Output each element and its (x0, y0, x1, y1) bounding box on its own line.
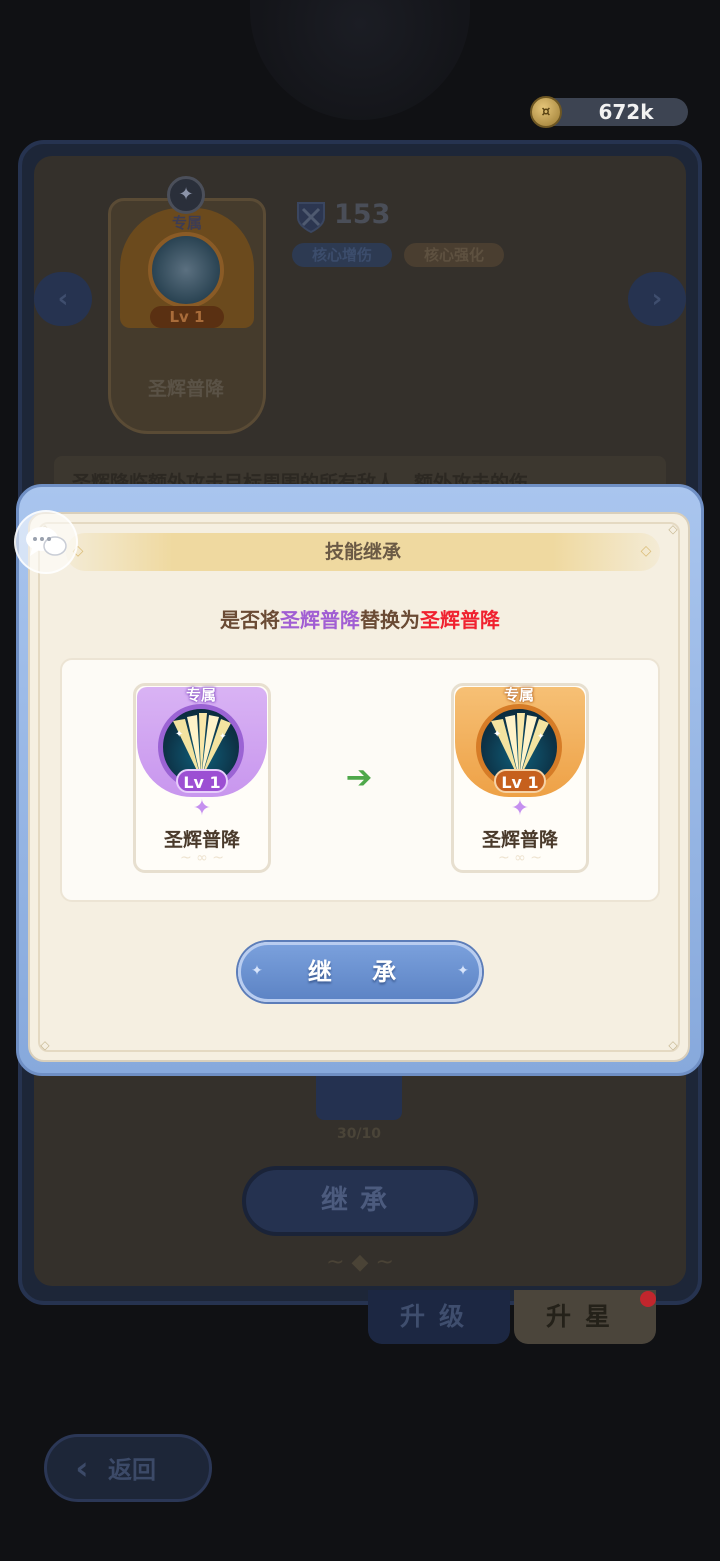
dialog-title: 技能继承 (324, 541, 401, 563)
new-skill-name: 圣辉普降 (481, 829, 558, 851)
star-icon: ✦ (510, 796, 530, 821)
old-skill-exclusive-label: 专属 (185, 686, 216, 704)
card-swirl-ornament: ~ ∞ ~ (497, 850, 543, 866)
question-new-skill: 圣辉普降 (420, 608, 500, 632)
notification-dot (640, 1291, 656, 1307)
background-inherit-button[interactable]: 继承 (242, 1166, 478, 1236)
corner-ornament-icon: ◇ (668, 1038, 678, 1052)
currency-amount: 672k (598, 100, 654, 124)
new-skill-exclusive-label: 专属 (503, 686, 534, 704)
power-shield-icon (297, 202, 325, 234)
current-skill-exclusive-label: 专属 (171, 214, 202, 232)
corner-ornament-icon: ◇ (40, 1038, 50, 1052)
question-prefix: 是否将 (220, 608, 280, 632)
material-count: 30/10 (336, 1126, 382, 1142)
next-skill-button[interactable]: › (628, 272, 686, 326)
card-swirl-ornament: ~ ∞ ~ (179, 850, 225, 866)
chat-bubble-icon (26, 527, 67, 556)
svg-text:✦: ✦ (537, 732, 545, 742)
svg-text:✦: ✦ (175, 729, 183, 740)
confirm-question: 是否将圣辉普降替换为圣辉普降 (60, 604, 660, 633)
confirm-inherit-button[interactable]: 继 承 (238, 942, 482, 1002)
back-label: 返回 (108, 1456, 156, 1484)
tag-core-damage: 核心增伤 (292, 243, 392, 267)
coin-icon: ¤ (530, 96, 562, 128)
corner-ornament-icon: ◇ (668, 522, 678, 536)
old-skill-name: 圣辉普降 (163, 829, 240, 851)
old-skill-level: Lv 1 (176, 769, 228, 793)
back-arrow-icon: ‹ (75, 1449, 89, 1487)
svg-text:✦: ✦ (493, 729, 501, 740)
power-value: 153 (334, 199, 391, 230)
current-skill-name: 圣辉普降 (147, 378, 224, 400)
svg-text:✦: ✦ (219, 732, 227, 742)
current-skill-icon (148, 232, 224, 308)
question-old-skill: 圣辉普降 (280, 608, 360, 632)
background-emblem (250, 0, 470, 120)
new-skill-level: Lv 1 (494, 769, 546, 793)
question-middle: 替换为 (360, 608, 420, 632)
panel-ornament: ~ ◆ ~ (326, 1250, 394, 1275)
tab-upgrade[interactable]: 升级 (368, 1290, 510, 1344)
current-skill-level: Lv 1 (150, 306, 224, 328)
sparkle-icon: ✦ (457, 963, 469, 979)
tag-core-enhance: 核心强化 (404, 243, 504, 267)
sparkle-icon: ✦ (251, 963, 263, 979)
star-icon: ✦ (192, 796, 212, 821)
tab-star[interactable]: 升星 (514, 1290, 656, 1344)
material-card[interactable] (316, 1074, 402, 1120)
arrow-right-icon: ➔ (345, 758, 373, 796)
prev-skill-button[interactable]: ‹ (34, 272, 92, 326)
crest-icon: ✦ (167, 176, 205, 214)
